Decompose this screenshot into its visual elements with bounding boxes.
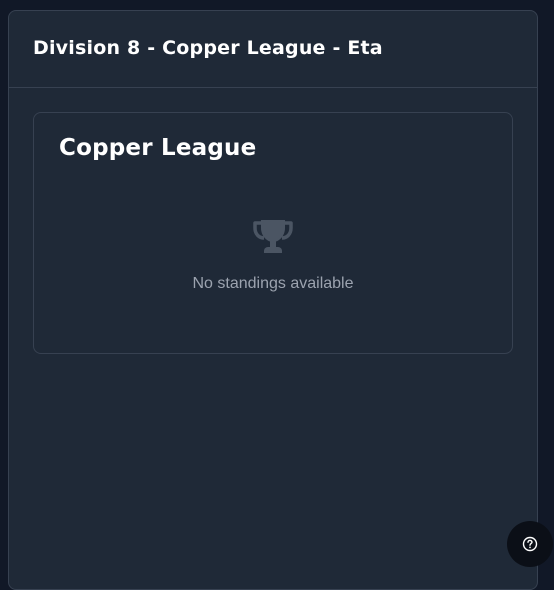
division-title: Division 8 - Copper League - Eta	[33, 37, 383, 59]
league-title: Copper League	[59, 135, 257, 161]
league-card: Copper League No standings available	[33, 112, 513, 354]
empty-standings: No standings available	[34, 217, 512, 293]
empty-standings-message: No standings available	[192, 275, 354, 292]
division-panel: Division 8 - Copper League - Eta Copper …	[8, 10, 538, 590]
help-button[interactable]	[507, 521, 553, 567]
help-circle-icon	[522, 536, 538, 552]
division-header: Division 8 - Copper League - Eta	[9, 11, 537, 88]
trophy-icon	[253, 220, 293, 253]
